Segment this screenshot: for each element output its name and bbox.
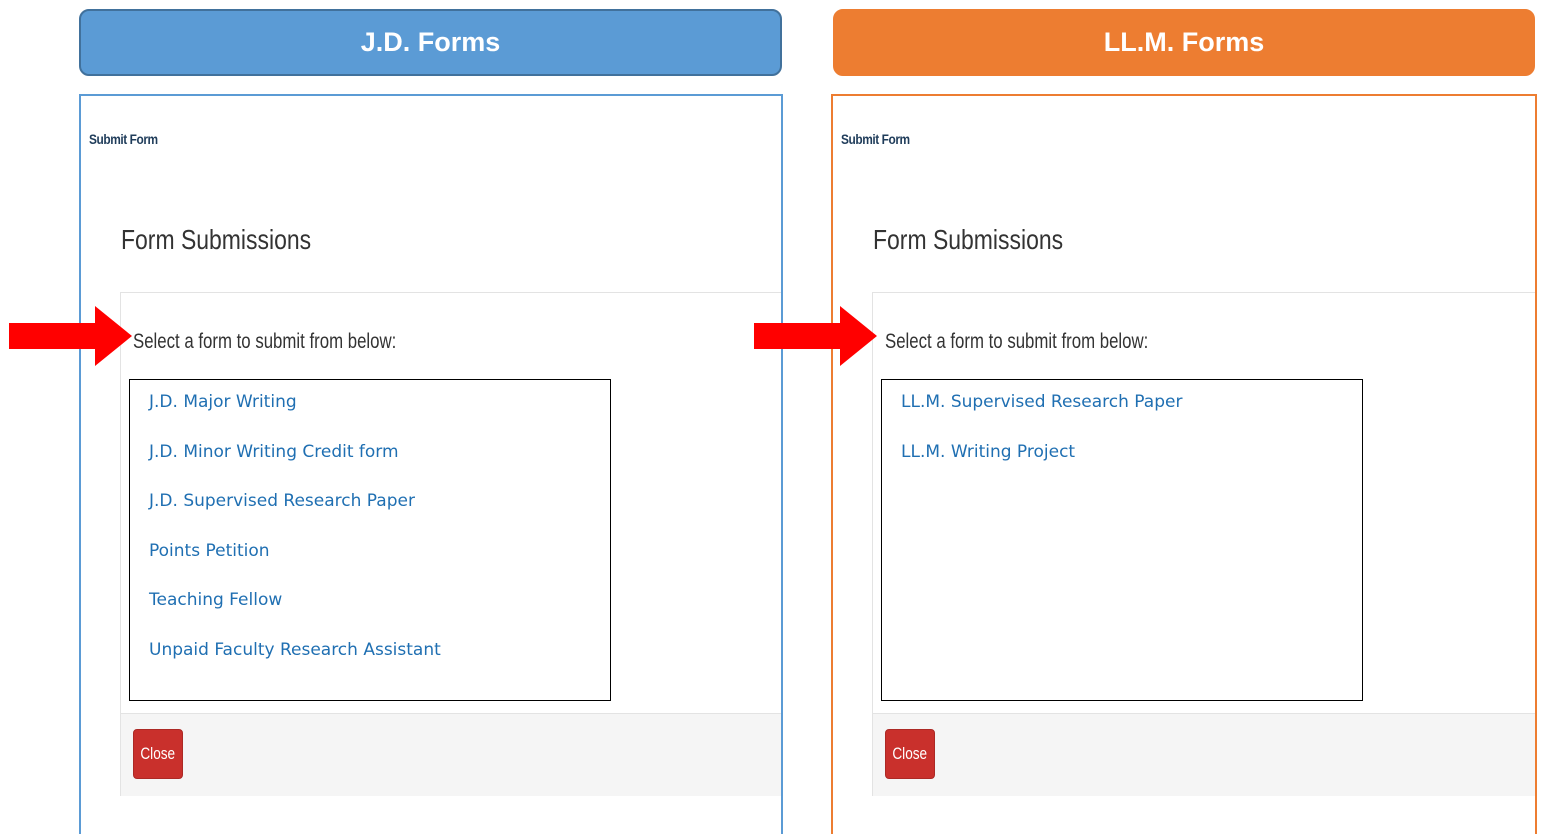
jd-forms-header: J.D. Forms (79, 9, 782, 76)
form-link-jd-supervised-research[interactable]: J.D. Supervised Research Paper (149, 491, 415, 511)
close-button-label: Close (892, 744, 928, 763)
close-button[interactable]: Close (885, 729, 935, 779)
form-link-llm-supervised-research[interactable]: LL.M. Supervised Research Paper (901, 392, 1182, 412)
form-link-unpaid-faculty-ra[interactable]: Unpaid Faculty Research Assistant (149, 640, 441, 660)
llm-forms-header: LL.M. Forms (833, 9, 1535, 76)
form-card: Select a form to submit from below: J.D.… (120, 292, 781, 796)
page-title: Form Submissions (121, 224, 312, 255)
submit-form-link[interactable]: Submit Form (841, 131, 910, 147)
select-form-prompt: Select a form to submit from below: (885, 330, 1149, 353)
form-card: Select a form to submit from below: LL.M… (872, 292, 1535, 796)
jd-forms-panel: Submit Form Form Submissions Select a fo… (79, 94, 783, 834)
form-link-points-petition[interactable]: Points Petition (149, 541, 270, 561)
card-footer: Close (121, 713, 781, 796)
close-button[interactable]: Close (133, 729, 183, 779)
list-item: Points Petition (149, 541, 610, 591)
form-link-teaching-fellow[interactable]: Teaching Fellow (149, 590, 282, 610)
form-list-box: LL.M. Supervised Research Paper LL.M. Wr… (881, 379, 1363, 701)
form-link-jd-minor-writing[interactable]: J.D. Minor Writing Credit form (149, 442, 399, 462)
form-link-jd-major-writing[interactable]: J.D. Major Writing (149, 392, 297, 412)
page-title: Form Submissions (873, 224, 1064, 255)
select-form-prompt: Select a form to submit from below: (133, 330, 397, 353)
list-item: J.D. Supervised Research Paper (149, 491, 610, 541)
list-item: J.D. Major Writing (149, 392, 610, 442)
list-item: J.D. Minor Writing Credit form (149, 442, 610, 492)
list-item: Teaching Fellow (149, 590, 610, 640)
submit-form-link[interactable]: Submit Form (89, 131, 158, 147)
red-arrow-icon (754, 306, 877, 366)
card-footer: Close (873, 713, 1535, 796)
llm-forms-panel: Submit Form Form Submissions Select a fo… (831, 94, 1537, 834)
list-item: LL.M. Supervised Research Paper (901, 392, 1362, 442)
list-item: Unpaid Faculty Research Assistant (149, 640, 610, 690)
form-list-box: J.D. Major Writing J.D. Minor Writing Cr… (129, 379, 611, 701)
close-button-label: Close (140, 744, 176, 763)
form-link-llm-writing-project[interactable]: LL.M. Writing Project (901, 442, 1075, 462)
list-item: LL.M. Writing Project (901, 442, 1362, 492)
red-arrow-icon (9, 306, 132, 366)
